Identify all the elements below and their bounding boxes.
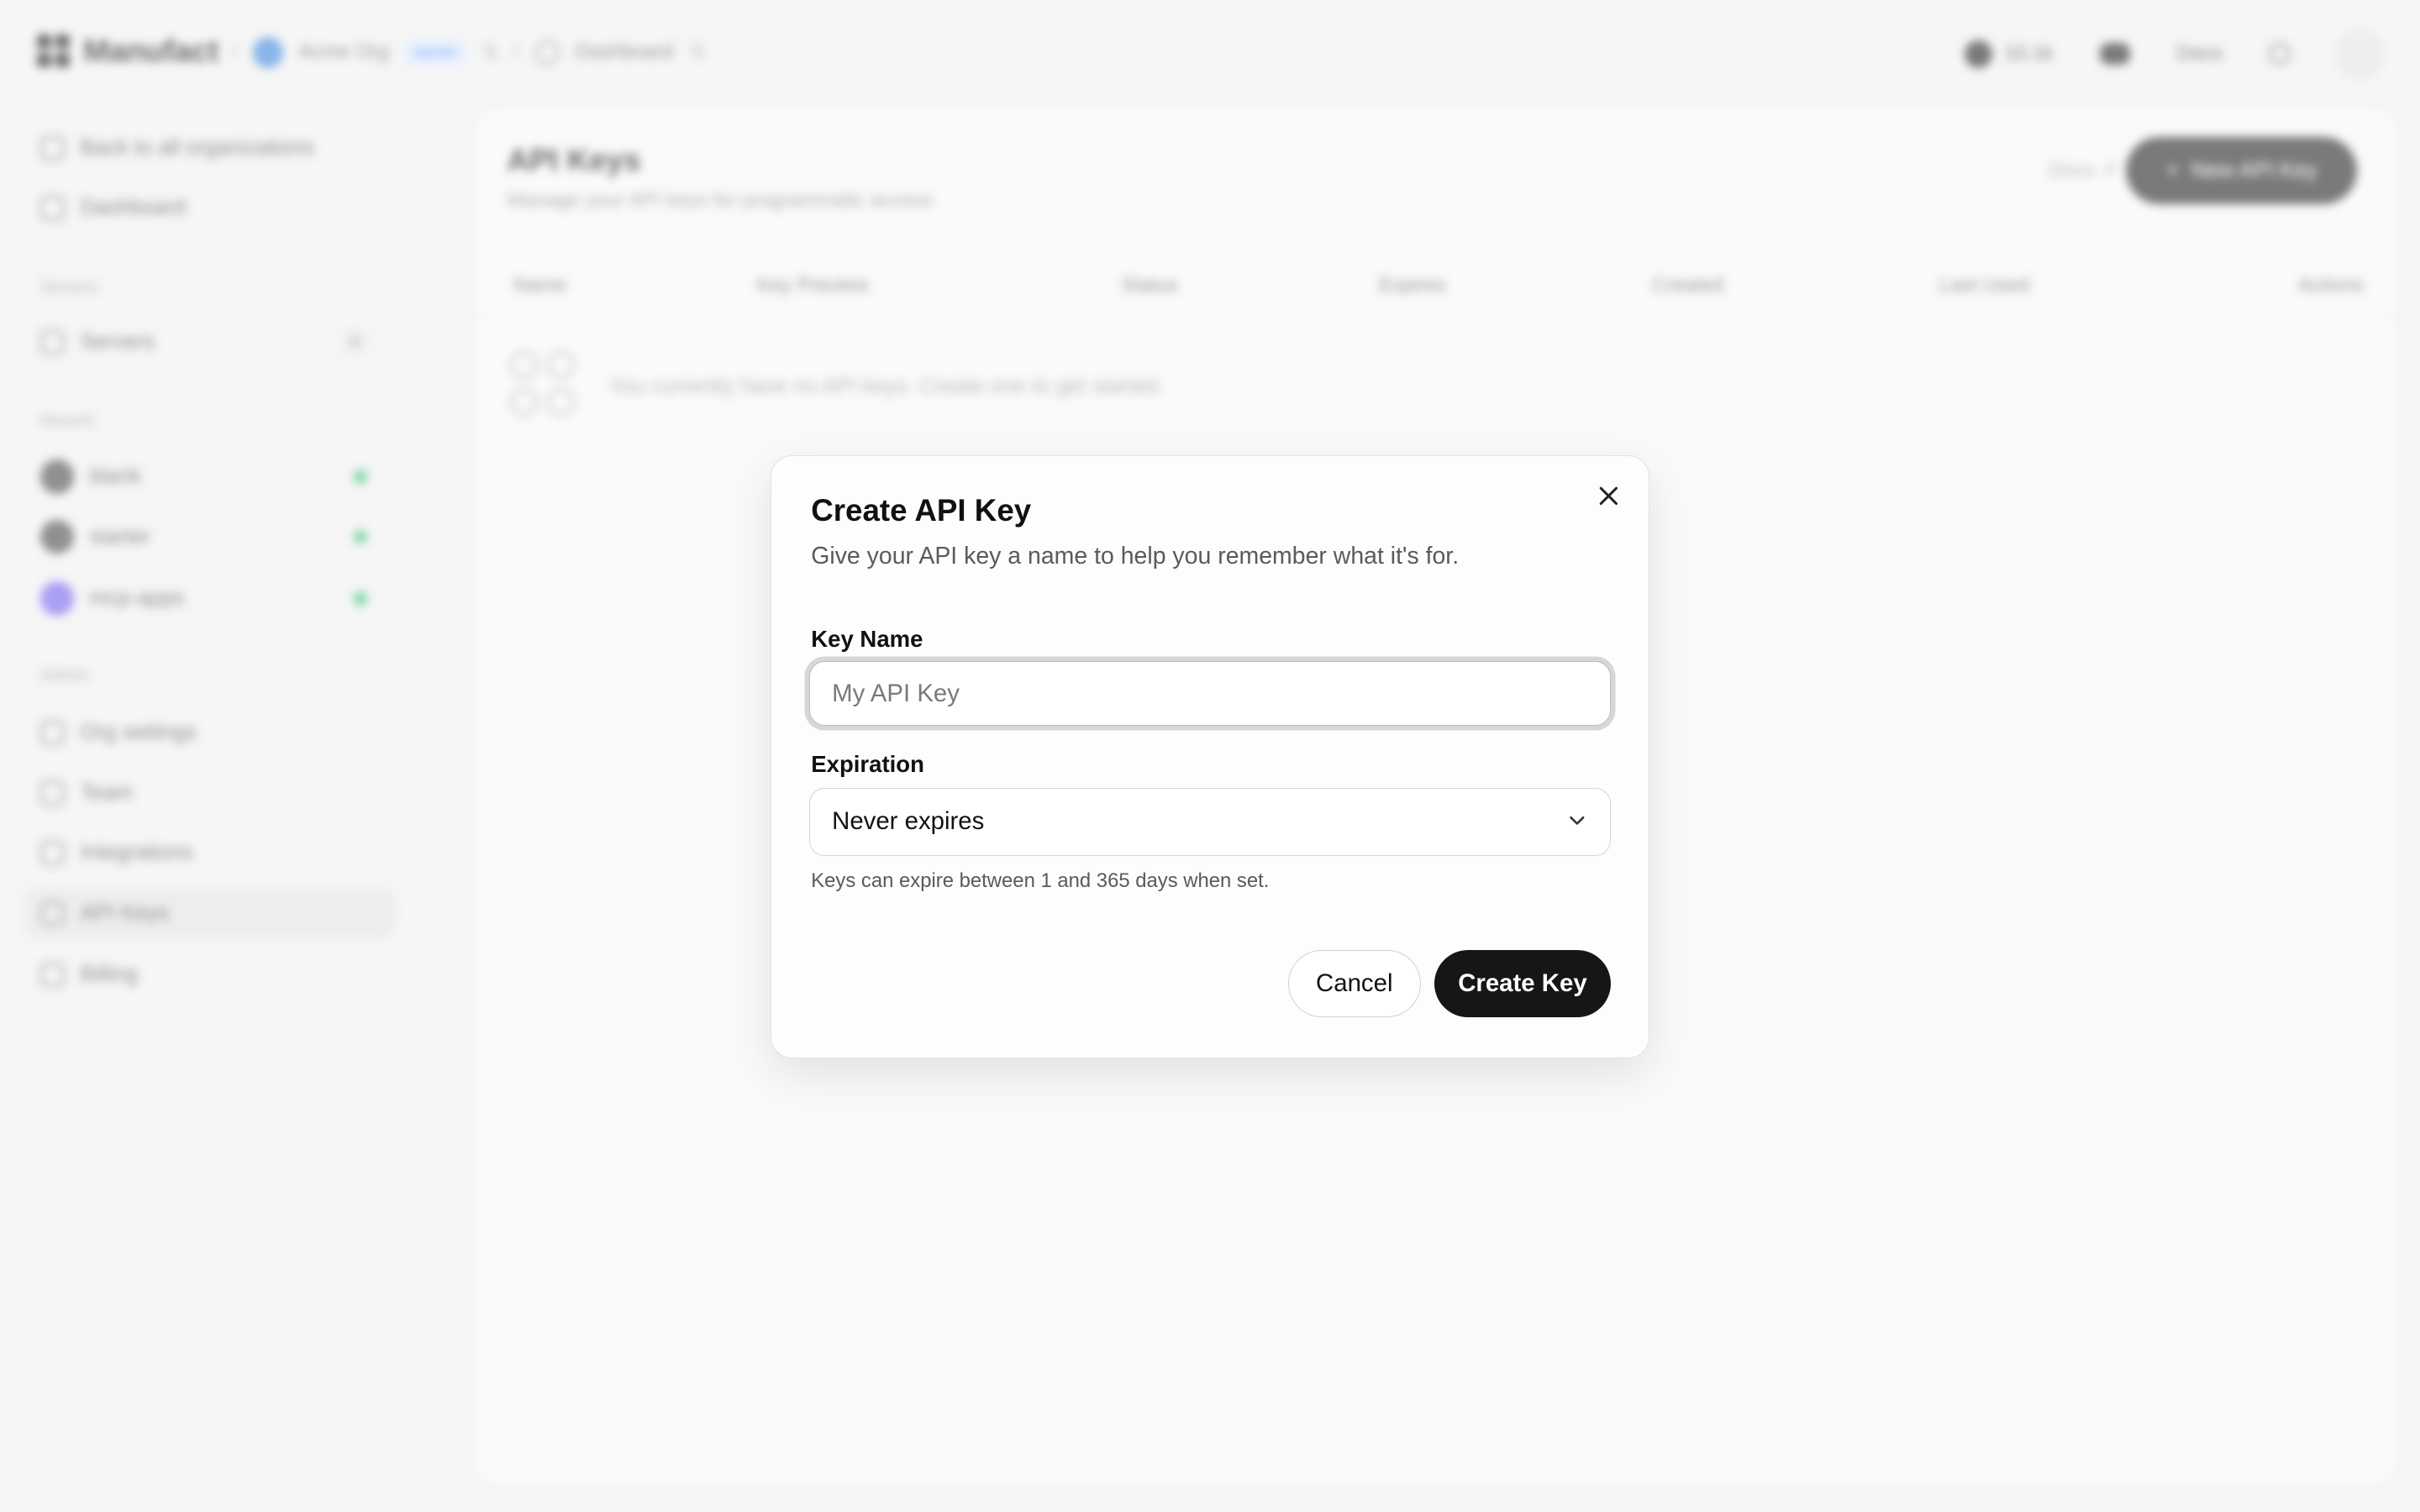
key-name-label: Key Name — [811, 625, 923, 652]
close-icon[interactable] — [1593, 480, 1624, 512]
expiration-value: Never expires — [832, 807, 985, 836]
key-name-input[interactable] — [809, 661, 1611, 727]
page: Manufact / Acme Org starter ⇅ / Dashboar… — [0, 0, 2420, 1512]
dialog-description: Give your API key a name to help you rem… — [811, 542, 1460, 570]
dialog-title: Create API Key — [811, 492, 1032, 528]
create-key-button[interactable]: Create Key — [1434, 949, 1611, 1018]
chevron-down-icon — [1570, 816, 1585, 826]
expiration-select[interactable]: Never expires — [809, 787, 1611, 856]
expiration-label: Expiration — [811, 750, 924, 777]
expiration-hint: Keys can expire between 1 and 365 days w… — [811, 869, 1270, 893]
cancel-button[interactable]: Cancel — [1287, 949, 1421, 1018]
create-api-key-dialog: Create API Key Give your API key a name … — [770, 454, 1650, 1058]
